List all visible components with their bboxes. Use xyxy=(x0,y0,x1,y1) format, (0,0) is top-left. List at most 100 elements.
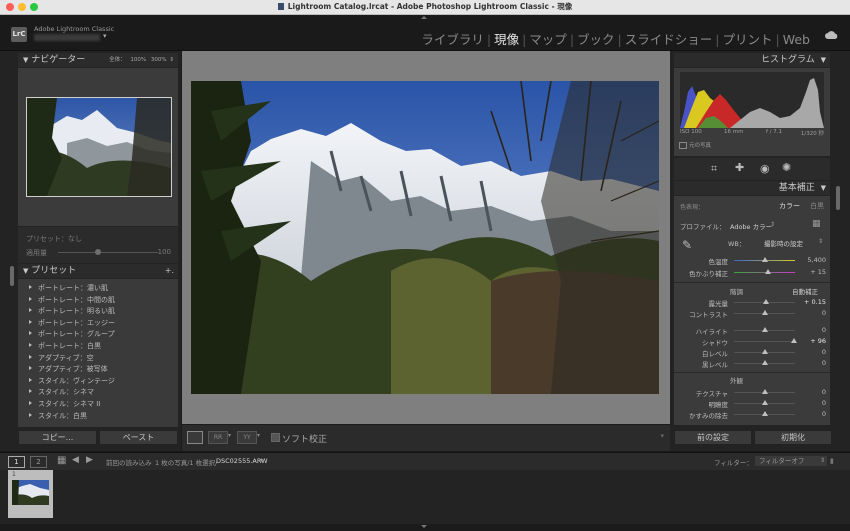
preset-item[interactable]: スタイル：ヴィンテージ xyxy=(18,376,178,388)
exposure-slider-row[interactable]: 露光量 + 0.15 xyxy=(674,297,827,308)
temp-track[interactable] xyxy=(734,257,795,262)
blacks-knob[interactable] xyxy=(761,360,768,365)
highlights-track[interactable] xyxy=(734,327,795,332)
expand-triangle-icon[interactable] xyxy=(29,331,32,336)
grid-view-icon[interactable]: ▦ xyxy=(57,455,66,466)
module-tab[interactable]: ブック xyxy=(577,32,615,47)
back-arrow-icon[interactable]: ◀ xyxy=(72,455,79,465)
wb-dropdown[interactable]: 撮影時の設定 xyxy=(764,238,803,248)
highlights-knob[interactable] xyxy=(761,327,768,332)
preset-item[interactable]: アダプティブ：被写体 xyxy=(18,364,178,376)
expand-triangle-icon[interactable] xyxy=(29,285,32,289)
treatment-bw-button[interactable]: 白黒 xyxy=(810,201,824,211)
contrast-knob[interactable] xyxy=(761,310,768,315)
auto-tone-button[interactable]: 自動補正 xyxy=(792,286,818,296)
preset-item[interactable]: スタイル：白黒 xyxy=(18,411,178,423)
tint-slider-row[interactable]: 色かぶり補正 + 15 xyxy=(674,267,826,278)
add-preset-button[interactable]: +. xyxy=(165,264,174,278)
temp-slider-row[interactable]: 色温度 5,400 xyxy=(674,255,827,266)
filmstrip-thumb-cell[interactable]: 1 xyxy=(8,470,53,518)
histogram-header[interactable]: ヒストグラム ▼ xyxy=(674,53,830,67)
cloud-sync-icon[interactable] xyxy=(825,31,838,39)
paste-settings-button[interactable]: ペースト xyxy=(99,430,178,445)
presets-header[interactable]: ▼ プリセット +. xyxy=(18,264,178,278)
tint-value[interactable]: + 15 xyxy=(810,268,826,276)
module-tab[interactable]: スライドショー xyxy=(625,32,713,47)
preset-item[interactable]: アダプティブ：空 xyxy=(18,353,178,365)
left-panel-collapse-handle[interactable] xyxy=(10,266,14,286)
preset-item[interactable]: ポートレート：白黒 xyxy=(18,341,178,353)
swap-dropdown-icon[interactable]: ▾ xyxy=(257,432,260,439)
before-after-lr-icon[interactable]: RR xyxy=(208,431,228,444)
profile-dropdown-icon[interactable]: ⇕ xyxy=(770,221,775,228)
highlights-value[interactable]: 0 xyxy=(822,326,826,334)
histogram-graph[interactable] xyxy=(680,72,824,128)
blacks-value[interactable]: 0 xyxy=(822,359,826,367)
whites-track[interactable] xyxy=(734,349,795,354)
dehaze-slider-row[interactable]: かすみの除去 0 xyxy=(674,409,826,420)
filename-dropdown-icon[interactable]: ▾ xyxy=(260,457,263,464)
healing-icon[interactable]: ✚ xyxy=(735,161,744,174)
filmstrip-thumbnail[interactable] xyxy=(12,480,49,505)
before-after-swap-icon[interactable]: YY xyxy=(237,431,257,444)
shadows-value[interactable]: + 96 xyxy=(810,337,826,345)
zoom-300-option[interactable]: 300% xyxy=(151,57,167,63)
zoom-100-option[interactable]: 100% xyxy=(130,57,146,63)
filter-dropdown-icon[interactable]: ⇕ xyxy=(820,456,825,466)
preset-item[interactable]: ポートレート：濃い肌 xyxy=(18,283,178,295)
original-photo-checkbox[interactable] xyxy=(679,142,687,149)
primary-display-button[interactable]: 1 xyxy=(8,456,25,468)
preset-item[interactable]: スタイル：シネマ xyxy=(18,387,178,399)
shadows-track[interactable] xyxy=(734,338,797,343)
forward-arrow-icon[interactable]: ▶ xyxy=(86,455,93,465)
preset-item[interactable]: ポートレート：明るい肌 xyxy=(18,306,178,318)
wb-eyedropper-icon[interactable]: ✎ xyxy=(682,238,692,252)
clarity-track[interactable] xyxy=(734,400,795,405)
dehaze-value[interactable]: 0 xyxy=(822,410,826,418)
texture-value[interactable]: 0 xyxy=(822,388,826,396)
red-eye-icon[interactable]: ◉ xyxy=(760,162,770,175)
profile-browser-icon[interactable]: ▦ xyxy=(812,219,821,229)
user-name-blurred[interactable] xyxy=(34,34,100,41)
expand-triangle-icon[interactable] xyxy=(29,308,32,313)
module-tab[interactable]: Web xyxy=(783,32,810,47)
right-panel-scrollbar[interactable] xyxy=(836,186,840,210)
contrast-track[interactable] xyxy=(734,310,795,315)
module-tab[interactable]: マップ xyxy=(529,32,567,47)
wb-dropdown-icon[interactable]: ⇕ xyxy=(818,238,823,245)
exposure-knob[interactable] xyxy=(762,299,769,304)
masking-icon[interactable]: ✺ xyxy=(782,161,791,174)
dehaze-knob[interactable] xyxy=(761,411,768,416)
preset-item[interactable]: ポートレート：グループ xyxy=(18,329,178,341)
amount-slider-knob[interactable] xyxy=(95,249,101,255)
clarity-knob[interactable] xyxy=(761,400,768,405)
whites-slider-row[interactable]: 白レベル 0 xyxy=(674,347,826,358)
reset-button[interactable]: 初期化 xyxy=(754,430,832,445)
treatment-color-button[interactable]: カラー xyxy=(779,201,800,211)
amount-slider[interactable] xyxy=(58,249,158,255)
module-tab[interactable]: 現像 xyxy=(494,32,519,47)
texture-slider-row[interactable]: テクスチャ 0 xyxy=(674,387,826,398)
expand-triangle-icon[interactable] xyxy=(29,401,32,405)
module-tab[interactable]: プリント xyxy=(723,32,773,47)
preset-item[interactable]: スタイル：シネマ II xyxy=(18,399,178,411)
whites-knob[interactable] xyxy=(761,349,768,354)
whites-value[interactable]: 0 xyxy=(822,348,826,356)
expand-triangle-icon[interactable] xyxy=(29,354,32,359)
temp-value[interactable]: 5,400 xyxy=(807,256,826,264)
exposure-track[interactable] xyxy=(734,299,795,304)
shadows-slider-row[interactable]: シャドウ + 96 xyxy=(674,336,826,347)
temp-knob[interactable] xyxy=(761,257,768,262)
clarity-slider-row[interactable]: 明瞭度 0 xyxy=(674,398,827,409)
top-panel-toggle-icon[interactable] xyxy=(421,16,427,19)
loupe-view-icon[interactable] xyxy=(187,431,203,444)
preset-item[interactable]: ポートレート：中間の肌 xyxy=(18,295,178,307)
filmstrip-source[interactable]: 前回の読み込み xyxy=(106,457,152,467)
filter-lock-icon[interactable]: ▮ xyxy=(830,457,834,465)
soft-proof-checkbox[interactable] xyxy=(271,433,280,442)
secondary-display-button[interactable]: 2 xyxy=(30,456,47,468)
expand-triangle-icon[interactable] xyxy=(29,389,32,394)
tint-track[interactable] xyxy=(734,269,795,274)
exposure-value[interactable]: + 0.15 xyxy=(804,298,826,306)
main-photo[interactable] xyxy=(191,81,659,394)
